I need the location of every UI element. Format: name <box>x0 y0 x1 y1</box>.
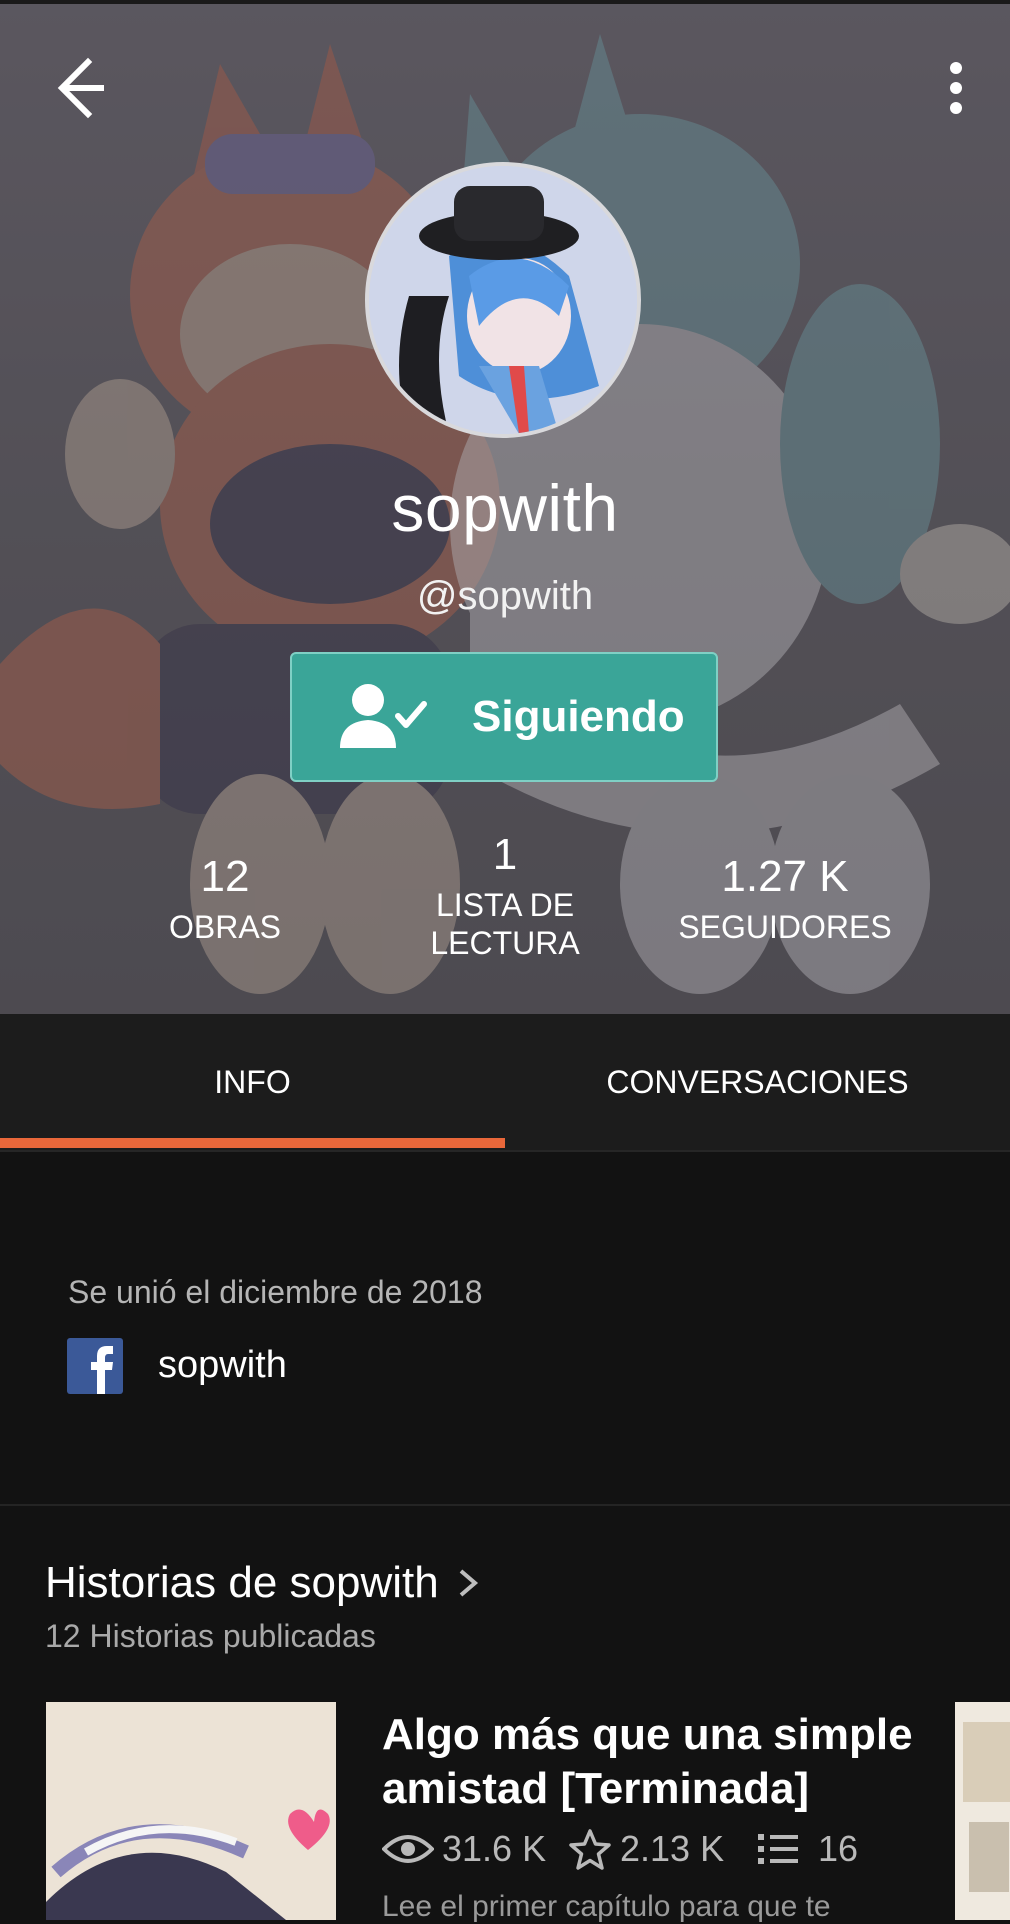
next-story-cover[interactable] <box>955 1702 1010 1920</box>
joined-date: Se unió el diciembre de 2018 <box>68 1274 483 1310</box>
avatar[interactable] <box>365 162 641 438</box>
avatar-image <box>369 166 637 434</box>
back-button[interactable] <box>44 54 114 124</box>
stories-title: Historias de sopwith <box>45 1558 439 1607</box>
list-icon <box>758 1834 798 1864</box>
stat-reading-list-label-2: LECTURA <box>430 925 580 961</box>
profile-header: sopwith @sopwith Siguiendo 12 OBRAS 1 LI… <box>0 4 1010 1014</box>
story-parts-count: 16 <box>818 1828 859 1869</box>
story-votes-count: 2.13 K <box>620 1828 725 1869</box>
more-vertical-icon <box>950 62 962 114</box>
story-title[interactable]: Algo más que una simple amistad [Termina… <box>382 1708 942 1816</box>
facebook-icon[interactable] <box>67 1338 123 1394</box>
stat-reading-list-label-1: LISTA DE <box>435 887 575 923</box>
facebook-f-glyph <box>91 1346 113 1394</box>
stat-works[interactable]: 12 OBRAS <box>140 852 310 946</box>
username: @sopwith <box>416 574 594 618</box>
arrow-left-icon <box>57 57 104 119</box>
person-check-icon <box>340 684 427 748</box>
section-divider <box>0 1504 1010 1506</box>
stat-works-label: OBRAS <box>168 909 282 945</box>
following-button[interactable]: Siguiendo <box>290 652 718 782</box>
stat-works-value: 12 <box>200 852 250 901</box>
eye-icon <box>382 1835 434 1863</box>
story-parts: 16 <box>758 1828 858 1870</box>
story-cover[interactable] <box>46 1702 336 1920</box>
stat-reading-list[interactable]: 1 LISTA DE LECTURA <box>410 830 600 962</box>
profile-tabs: INFO CONVERSACIONES <box>0 1014 1010 1152</box>
story-description: Lee el primer capítulo para que te <box>382 1890 831 1923</box>
chevron-right-icon <box>459 1569 478 1597</box>
stat-reading-list-value: 1 <box>492 830 518 879</box>
story-cover-image <box>46 1702 336 1920</box>
story-reads-count: 31.6 K <box>442 1828 547 1869</box>
stories-count: 12 Historias publicadas <box>45 1618 376 1654</box>
story-votes: 2.13 K <box>568 1828 724 1870</box>
story-reads: 31.6 K <box>382 1828 546 1870</box>
tab-conversations[interactable]: CONVERSACIONES <box>505 1014 1010 1150</box>
active-tab-indicator <box>0 1138 505 1148</box>
facebook-link[interactable]: sopwith <box>158 1344 287 1387</box>
next-story-cover-image <box>955 1702 1010 1920</box>
stat-followers[interactable]: 1.27 K SEGUIDORES <box>670 852 900 946</box>
tab-info[interactable]: INFO <box>0 1014 505 1150</box>
stories-header[interactable]: Historias de sopwith <box>45 1558 481 1608</box>
more-options-button[interactable] <box>916 54 986 124</box>
star-icon <box>569 1829 611 1870</box>
following-button-label: Siguiendo <box>472 692 685 741</box>
display-name: sopwith <box>391 471 619 545</box>
stat-followers-value: 1.27 K <box>721 852 849 901</box>
stat-followers-label: SEGUIDORES <box>678 909 892 945</box>
